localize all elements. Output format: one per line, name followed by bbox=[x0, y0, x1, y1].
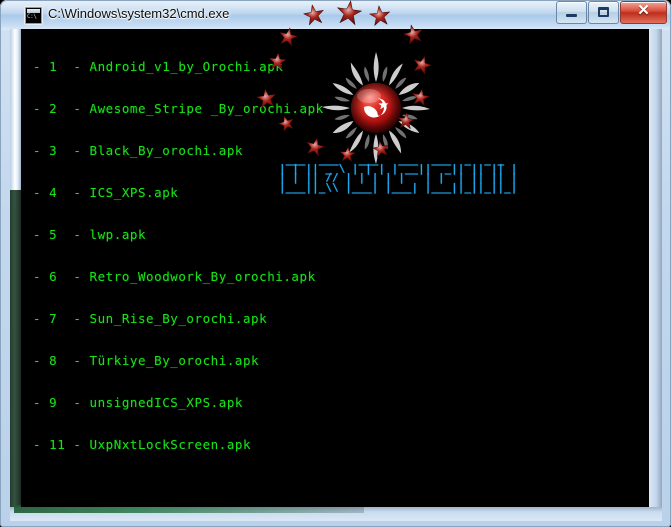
window-border-left-shadow bbox=[10, 190, 21, 507]
close-button[interactable]: ✕ bbox=[620, 1, 667, 24]
minimize-button[interactable] bbox=[556, 1, 587, 24]
console-client-area[interactable]: - 1 - Android_v1_by_Orochi.apk - 2 - Awe… bbox=[21, 29, 649, 507]
close-icon: ✕ bbox=[637, 3, 650, 19]
menu-line: - 5 - lwp.apk bbox=[33, 227, 147, 242]
cmd-exe-icon: C:\ bbox=[25, 7, 42, 24]
menu-line: - 7 - Sun_Rise_By_orochi.apk bbox=[33, 311, 268, 326]
menu-line: - 9 - unsignedICS_XPS.apk bbox=[33, 395, 243, 410]
titlebar[interactable]: C:\ C:\Windows\system32\cmd.exe ✕ bbox=[0, 0, 671, 29]
console-inner: - 1 - Android_v1_by_Orochi.apk - 2 - Awe… bbox=[21, 29, 649, 507]
cmd-icon-text: C:\ bbox=[27, 13, 37, 20]
minimize-icon bbox=[566, 14, 577, 17]
caption-buttons: ✕ bbox=[555, 1, 667, 24]
menu-line: - 6 - Retro_Woodwork_By_orochi.apk bbox=[33, 269, 316, 284]
turkish-sun-crescent-emblem bbox=[317, 49, 435, 167]
window-border-right[interactable] bbox=[649, 29, 662, 507]
screen: C:\ C:\Windows\system32\cmd.exe ✕ - 1 - … bbox=[0, 0, 671, 527]
window-title: C:\Windows\system32\cmd.exe bbox=[48, 6, 230, 21]
maximize-icon bbox=[598, 7, 609, 17]
menu-line: - 8 - Türkiye_By_orochi.apk bbox=[33, 353, 260, 368]
menu-line: - 11 - UxpNxtLockScreen.apk bbox=[33, 437, 252, 452]
cmd-window: C:\ C:\Windows\system32\cmd.exe ✕ - 1 - … bbox=[0, 0, 671, 527]
maximize-button[interactable] bbox=[588, 1, 619, 24]
